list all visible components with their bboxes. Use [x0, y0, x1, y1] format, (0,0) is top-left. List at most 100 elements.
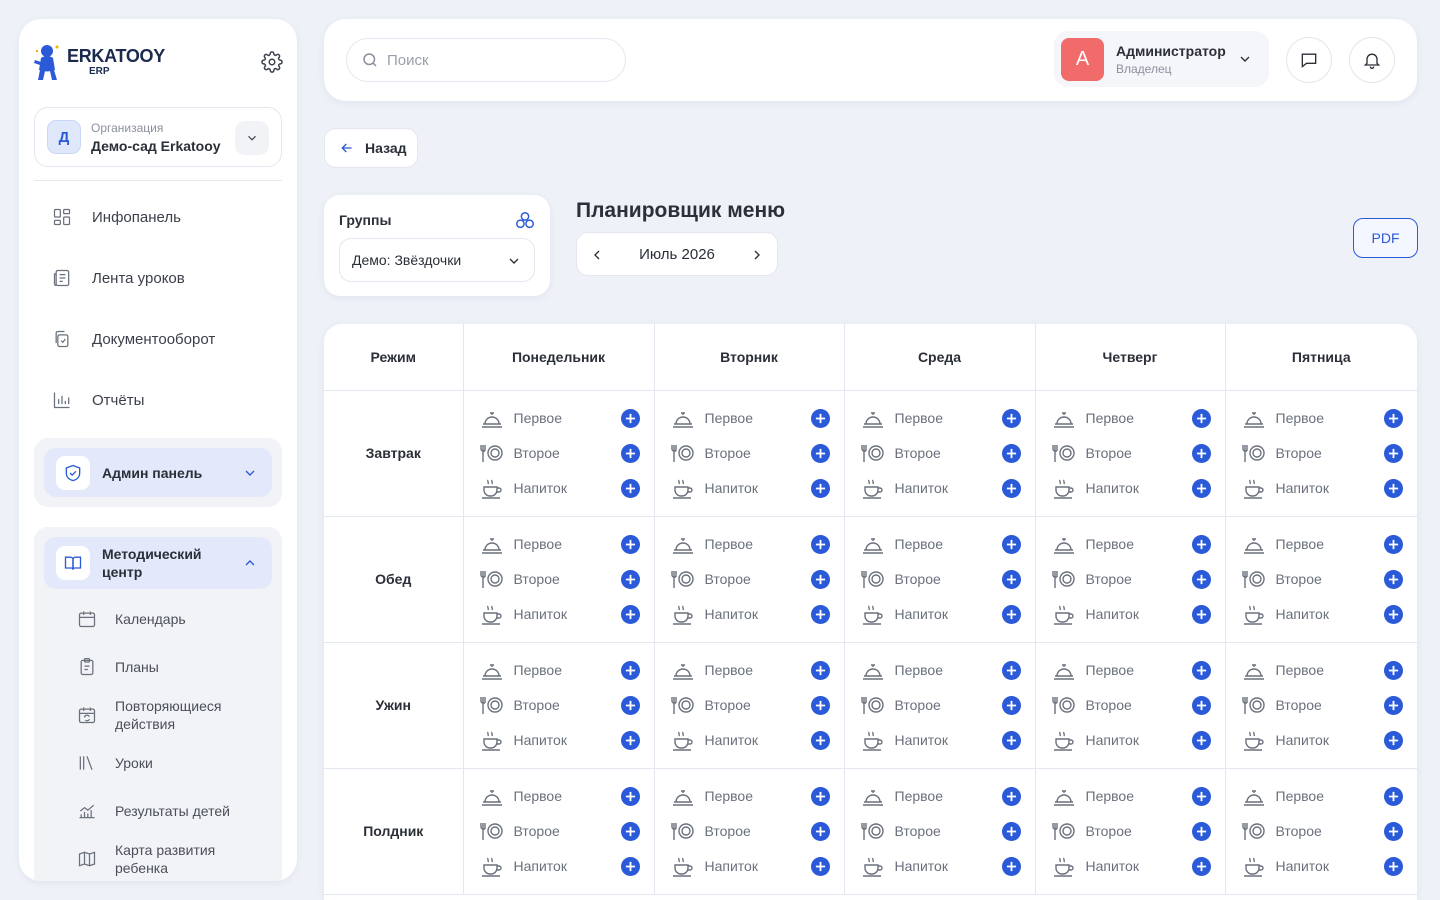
- add-dish-button[interactable]: [810, 604, 830, 624]
- add-dish-button[interactable]: [1001, 443, 1021, 463]
- add-dish-button[interactable]: [1001, 821, 1021, 841]
- news-feed-icon: [53, 269, 70, 287]
- add-dish-button[interactable]: [810, 786, 830, 806]
- sidebar-item-lessons-feed[interactable]: Лента уроков: [52, 266, 185, 290]
- dish-label: Первое: [1085, 410, 1135, 426]
- pdf-export-button[interactable]: PDF: [1353, 218, 1418, 258]
- add-dish-button[interactable]: [810, 730, 830, 750]
- add-dish-button[interactable]: [1001, 786, 1021, 806]
- sidebar-item-lessons[interactable]: Уроки: [77, 753, 153, 773]
- methodical-center-toggle[interactable]: Методический центр: [44, 537, 272, 589]
- add-dish-button[interactable]: [1191, 569, 1211, 589]
- plus-icon: [1006, 413, 1016, 423]
- add-dish-button[interactable]: [1191, 478, 1211, 498]
- add-dish-button[interactable]: [1191, 534, 1211, 554]
- user-menu[interactable]: А Администратор Владелец: [1054, 31, 1269, 87]
- add-dish-button[interactable]: [620, 534, 640, 554]
- add-dish-button[interactable]: [1384, 786, 1403, 806]
- logo[interactable]: ERKATOOY ERP: [33, 41, 283, 83]
- add-dish-button[interactable]: [810, 695, 830, 715]
- add-dish-button[interactable]: [1384, 821, 1403, 841]
- hot-drink-icon: [1053, 605, 1074, 625]
- add-dish-button[interactable]: [1191, 821, 1211, 841]
- add-dish-button[interactable]: [1001, 660, 1021, 680]
- search-input[interactable]: [387, 51, 607, 69]
- add-dish-button[interactable]: [1384, 569, 1403, 589]
- add-dish-button[interactable]: [1384, 604, 1403, 624]
- dish-slot: Напиток: [655, 723, 844, 758]
- plate-cutlery-icon: [860, 697, 884, 714]
- gear-icon[interactable]: [261, 51, 283, 73]
- plus-icon: [815, 665, 825, 675]
- add-dish-button[interactable]: [620, 604, 640, 624]
- add-dish-button[interactable]: [1191, 443, 1211, 463]
- dish-label: Первое: [1275, 662, 1325, 678]
- shield-icon: [65, 464, 81, 481]
- add-dish-button[interactable]: [1001, 569, 1021, 589]
- add-dish-button[interactable]: [1001, 408, 1021, 428]
- add-dish-button[interactable]: [620, 821, 640, 841]
- add-dish-button[interactable]: [1191, 695, 1211, 715]
- add-dish-button[interactable]: [1384, 408, 1403, 428]
- add-dish-button[interactable]: [810, 856, 830, 876]
- add-dish-button[interactable]: [1191, 856, 1211, 876]
- add-dish-button[interactable]: [620, 695, 640, 715]
- org-dropdown-button[interactable]: [235, 121, 269, 155]
- notifications-button[interactable]: [1349, 37, 1395, 83]
- dish-slot: Первое: [845, 653, 1035, 688]
- chevron-right-icon[interactable]: [749, 247, 765, 263]
- dashboard-icon: [53, 208, 71, 226]
- add-dish-button[interactable]: [810, 821, 830, 841]
- add-dish-button[interactable]: [620, 478, 640, 498]
- add-dish-button[interactable]: [1191, 408, 1211, 428]
- add-dish-button[interactable]: [1384, 856, 1403, 876]
- sidebar-item-child-results[interactable]: Результаты детей: [77, 801, 230, 821]
- add-dish-button[interactable]: [620, 786, 640, 806]
- sidebar-item-dashboard[interactable]: Инфопанель: [52, 205, 181, 229]
- add-dish-button[interactable]: [1384, 730, 1403, 750]
- sidebar-item-recurring-actions[interactable]: Повторяющиеся действия: [77, 697, 237, 733]
- add-dish-button[interactable]: [1001, 534, 1021, 554]
- dish-label: Второе: [513, 697, 560, 713]
- add-dish-button[interactable]: [620, 660, 640, 680]
- sidebar-item-plans[interactable]: Планы: [77, 657, 159, 677]
- add-dish-button[interactable]: [1384, 534, 1403, 554]
- add-dish-button[interactable]: [1384, 695, 1403, 715]
- add-dish-button[interactable]: [810, 534, 830, 554]
- organization-selector[interactable]: Д Организация Демо-сад Erkatooy: [34, 107, 282, 167]
- sidebar-item-development-map[interactable]: Карта развития ребенка: [77, 841, 237, 877]
- add-dish-button[interactable]: [1001, 730, 1021, 750]
- add-dish-button[interactable]: [1191, 660, 1211, 680]
- group-select[interactable]: Демо: Звёздочки: [339, 238, 535, 282]
- add-dish-button[interactable]: [1384, 443, 1403, 463]
- sidebar-item-calendar[interactable]: Календарь: [77, 609, 186, 629]
- add-dish-button[interactable]: [1001, 856, 1021, 876]
- add-dish-button[interactable]: [810, 569, 830, 589]
- dish-slot: Напиток: [464, 849, 654, 884]
- add-dish-button[interactable]: [620, 443, 640, 463]
- sidebar-item-reports[interactable]: Отчёты: [52, 388, 144, 412]
- add-dish-button[interactable]: [620, 730, 640, 750]
- add-dish-button[interactable]: [1191, 604, 1211, 624]
- messages-button[interactable]: [1286, 37, 1332, 83]
- add-dish-button[interactable]: [620, 408, 640, 428]
- add-dish-button[interactable]: [1001, 478, 1021, 498]
- admin-panel-toggle[interactable]: Админ панель: [44, 448, 272, 497]
- add-dish-button[interactable]: [620, 569, 640, 589]
- add-dish-button[interactable]: [620, 856, 640, 876]
- add-dish-button[interactable]: [1191, 786, 1211, 806]
- add-dish-button[interactable]: [1001, 604, 1021, 624]
- add-dish-button[interactable]: [1384, 478, 1403, 498]
- add-dish-button[interactable]: [810, 443, 830, 463]
- plus-icon: [815, 700, 825, 710]
- add-dish-button[interactable]: [1001, 695, 1021, 715]
- dish-slot: Первое: [655, 779, 844, 814]
- add-dish-button[interactable]: [1384, 660, 1403, 680]
- add-dish-button[interactable]: [1191, 730, 1211, 750]
- search-box[interactable]: [346, 38, 626, 82]
- add-dish-button[interactable]: [810, 478, 830, 498]
- add-dish-button[interactable]: [810, 408, 830, 428]
- sidebar-item-documents[interactable]: Документооборот: [52, 327, 215, 351]
- add-dish-button[interactable]: [810, 660, 830, 680]
- back-button[interactable]: Назад: [324, 128, 418, 168]
